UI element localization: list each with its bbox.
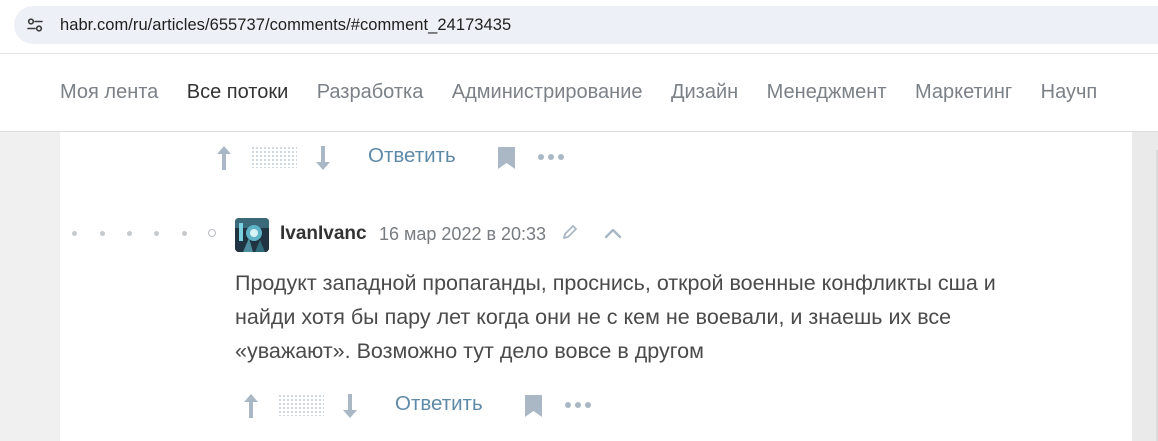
nav-item-development[interactable]: Разработка [317, 81, 424, 104]
nav-item-marketing[interactable]: Маркетинг [915, 81, 1012, 104]
arrow-down-icon[interactable] [342, 393, 358, 419]
comment-line: «уважают». Возможно тут дело вовсе в дру… [235, 339, 704, 363]
comment-actions: Ответить [235, 391, 615, 421]
rating-placeholder [278, 394, 324, 416]
nav-item-administration[interactable]: Администрирование [452, 81, 643, 104]
site-info-icon[interactable] [22, 12, 48, 38]
rating-placeholder [251, 146, 297, 168]
thread-branch-icon[interactable] [208, 229, 216, 237]
nav-item-management[interactable]: Менеджмент [767, 81, 887, 104]
edit-icon[interactable] [561, 223, 579, 241]
arrow-down-icon[interactable] [315, 145, 331, 171]
nav-item-science[interactable]: Научп [1041, 81, 1098, 104]
comment-body: Продукт западной пропаганды, проснись, о… [235, 266, 1095, 368]
reply-button[interactable]: Ответить [368, 144, 456, 168]
prev-comment-actions: Ответить [208, 143, 588, 173]
nav-item-all-streams[interactable]: Все потоки [187, 81, 289, 104]
comment-line: найди хотя бы пару лет когда они не с ке… [235, 305, 952, 329]
browser-address-bar: habr.com/ru/articles/655737/comments/#co… [0, 0, 1158, 54]
bookmark-icon[interactable] [498, 147, 515, 169]
comment-author[interactable]: IvanIvanc [280, 223, 367, 245]
section-nav: Моя лента Все потоки Разработка Админист… [0, 54, 1158, 132]
arrow-up-icon[interactable] [216, 145, 232, 171]
nav-item-design[interactable]: Дизайн [671, 81, 738, 104]
url-text[interactable]: habr.com/ru/articles/655737/comments/#co… [60, 16, 511, 35]
more-icon[interactable] [538, 154, 564, 160]
reply-button[interactable]: Ответить [395, 392, 483, 416]
url-field[interactable]: habr.com/ru/articles/655737/comments/#co… [14, 6, 1158, 44]
comment-line: Продукт западной пропаганды, проснись, о… [235, 271, 996, 295]
comment-date[interactable]: 16 мар 2022 в 20:33 [379, 224, 546, 245]
chevron-up-icon[interactable] [603, 226, 623, 240]
avatar[interactable] [235, 218, 269, 252]
arrow-up-icon[interactable] [243, 393, 259, 419]
sidebar-strip [1132, 132, 1158, 441]
bookmark-icon[interactable] [525, 395, 542, 417]
nav-item-my-feed[interactable]: Моя лента [60, 81, 158, 104]
more-icon[interactable] [565, 402, 591, 408]
